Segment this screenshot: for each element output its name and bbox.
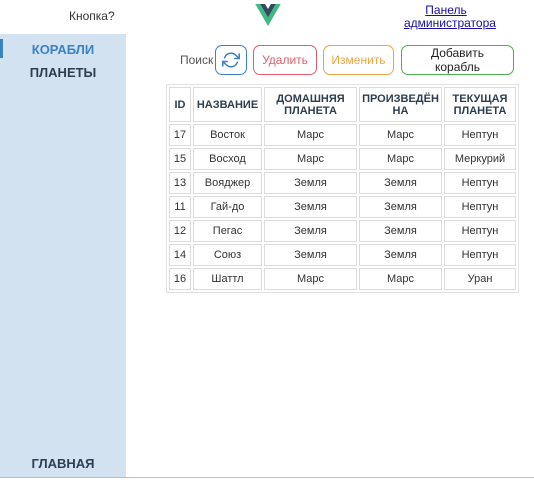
cell-made-on: Земля [359,196,442,218]
cell-current-planet: Нептун [444,244,516,266]
cell-home-planet: Земля [264,220,357,242]
cell-made-on: Земля [359,244,442,266]
cell-id: 17 [169,124,191,146]
edit-button[interactable]: Изменить [323,45,394,75]
column-header-home-planet[interactable]: ДОМАШНЯЯ ПЛАНЕТА [264,87,357,122]
cell-home-planet: Земля [264,196,357,218]
refresh-icon [222,52,240,68]
sidebar-item-home[interactable]: ГЛАВНАЯ [0,456,126,471]
cell-name: Шаттл [193,268,262,290]
cell-current-planet: Нептун [444,124,516,146]
cell-id: 12 [169,220,191,242]
cell-made-on: Марс [359,148,442,170]
refresh-button[interactable] [215,45,247,75]
cell-name: Восход [193,148,262,170]
delete-button[interactable]: Удалить [253,45,317,75]
cell-made-on: Земля [359,220,442,242]
admin-panel-link[interactable]: Панель администратора [404,4,496,30]
table-row[interactable]: 12 Пегас Земля Земля Нептун [169,220,516,242]
cell-name: Вояджер [193,172,262,194]
cell-id: 15 [169,148,191,170]
cell-name: Гай-до [193,196,262,218]
top-bar: Кнопка? Панель администратора [0,0,534,34]
cell-id: 13 [169,172,191,194]
table-header-row: ID НАЗВАНИЕ ДОМАШНЯЯ ПЛАНЕТА ПРОИЗВЕДЁН … [169,87,516,122]
cell-id: 16 [169,268,191,290]
cell-home-planet: Марс [264,148,357,170]
table-row[interactable]: 11 Гай-до Земля Земля Нептун [169,196,516,218]
cell-current-planet: Уран [444,268,516,290]
cell-home-planet: Земля [264,172,357,194]
search-label: Поиск [180,53,214,67]
column-header-name[interactable]: НАЗВАНИЕ [193,87,262,122]
table-row[interactable]: 13 Вояджер Земля Земля Нептун [169,172,516,194]
ships-table: ID НАЗВАНИЕ ДОМАШНЯЯ ПЛАНЕТА ПРОИЗВЕДЁН … [166,84,519,293]
bottom-divider [0,477,534,478]
cell-name: Пегас [193,220,262,242]
column-header-current-planet[interactable]: ТЕКУЩАЯ ПЛАНЕТА [444,87,516,122]
cell-id: 14 [169,244,191,266]
cell-made-on: Марс [359,124,442,146]
cell-home-planet: Марс [264,268,357,290]
cell-name: Союз [193,244,262,266]
cell-made-on: Марс [359,268,442,290]
column-header-made-on[interactable]: ПРОИЗВЕДЁН НА [359,87,442,122]
cell-current-planet: Нептун [444,196,516,218]
sidebar-item-ships[interactable]: КОРАБЛИ [0,42,126,57]
table-row[interactable]: 17 Восток Марс Марс Нептун [169,124,516,146]
table-row[interactable]: 15 Восход Марс Марс Меркурий [169,148,516,170]
table-row[interactable]: 16 Шаттл Марс Марс Уран [169,268,516,290]
cell-home-planet: Земля [264,244,357,266]
cell-name: Восток [193,124,262,146]
sidebar-item-planets[interactable]: ПЛАНЕТЫ [0,65,126,80]
sidebar: КОРАБЛИ ПЛАНЕТЫ ГЛАВНАЯ [0,34,126,477]
question-button[interactable]: Кнопка? [69,9,115,23]
vue-logo-icon [255,4,281,26]
cell-id: 11 [169,196,191,218]
cell-home-planet: Марс [264,124,357,146]
cell-made-on: Земля [359,172,442,194]
cell-current-planet: Нептун [444,172,516,194]
cell-current-planet: Меркурий [444,148,516,170]
column-header-id[interactable]: ID [169,87,191,122]
table-row[interactable]: 14 Союз Земля Земля Нептун [169,244,516,266]
add-ship-button[interactable]: Добавить корабль [401,45,514,75]
cell-current-planet: Нептун [444,220,516,242]
